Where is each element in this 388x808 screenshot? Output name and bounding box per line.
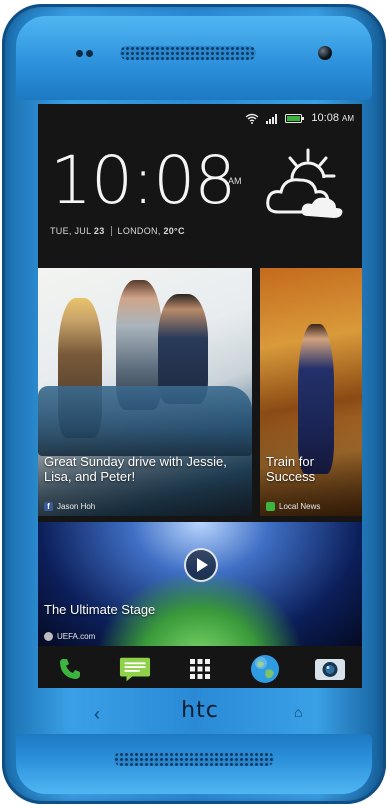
front-camera (318, 46, 332, 60)
location-label: LONDON, (117, 226, 161, 236)
apps-grid-icon[interactable] (184, 654, 216, 684)
facebook-icon: f (44, 502, 53, 511)
partly-cloudy-icon[interactable] (264, 146, 346, 220)
screen: 10:08 AM 10:08 AM TUE, JUL 23 LONDON, 20°… (38, 104, 362, 688)
news-icon (266, 502, 275, 511)
bottom-cap (16, 734, 372, 794)
tile-caption: The Ultimate Stage (44, 602, 156, 617)
feed-tile-news[interactable]: Train for Success Local News (260, 268, 362, 516)
date-location-line: TUE, JUL 23 LONDON, 20°C (50, 226, 185, 236)
camera-icon[interactable] (314, 654, 346, 684)
tile-source: Local News (266, 502, 320, 511)
clock-ampm: AM (228, 176, 242, 186)
top-cap (16, 16, 372, 100)
tile-source: f Jason Hoh (44, 502, 95, 511)
phone-body: 10:08 AM 10:08 AM TUE, JUL 23 LONDON, 20°… (2, 4, 386, 804)
wifi-icon (245, 113, 259, 124)
clock-time[interactable]: 10:08 (50, 148, 236, 214)
top-speaker-grille (120, 46, 256, 60)
signal-icon (266, 113, 278, 124)
photo-car (38, 386, 252, 456)
hardware-nav: ‹ htc ⌂ (38, 694, 362, 734)
bottom-speaker-grille (114, 752, 274, 766)
home-button[interactable]: ⌂ (294, 704, 302, 720)
tile-caption: Train for Success (266, 454, 316, 484)
tile-caption: Great Sunday drive with Jessie, Lisa, an… (44, 454, 227, 484)
messages-icon[interactable] (119, 654, 151, 684)
sensor-dot (86, 50, 93, 57)
date-day-number: 23 (93, 226, 105, 236)
brand-logo: htc (181, 698, 219, 723)
play-icon[interactable] (184, 548, 218, 582)
person-icon (44, 632, 53, 641)
date-day: TUE, JUL (50, 226, 92, 236)
battery-icon (285, 113, 305, 123)
temperature-label: 20°C (163, 226, 185, 236)
feed-tile-photo[interactable]: Great Sunday drive with Jessie, Lisa, an… (38, 268, 252, 516)
photo-runner (298, 324, 334, 474)
browser-globe-icon[interactable] (249, 654, 281, 684)
app-dock (38, 650, 362, 688)
sensor-dot (76, 50, 83, 57)
status-bar: 10:08 AM (245, 110, 354, 126)
back-button[interactable]: ‹ (94, 704, 100, 725)
tile-source: UEFA.com (44, 632, 95, 641)
feed-tile-video[interactable]: The Ultimate Stage UEFA.com (38, 522, 362, 646)
phone-icon[interactable] (54, 654, 86, 684)
status-time: 10:08 AM (311, 112, 354, 124)
